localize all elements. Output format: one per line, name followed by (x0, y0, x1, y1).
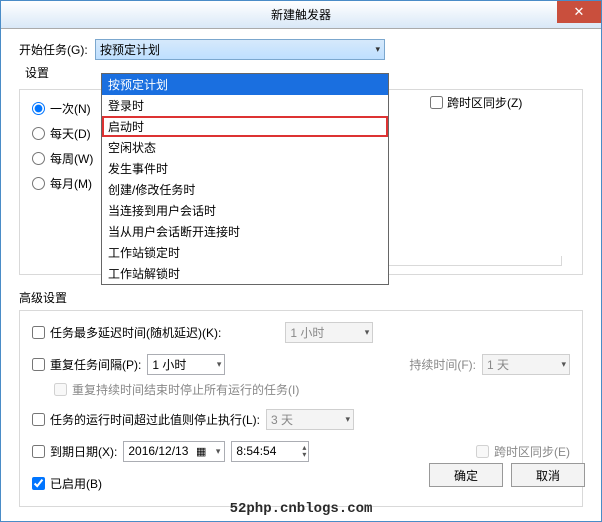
dropdown-item[interactable]: 当从用户会话断开连接时 (102, 221, 388, 242)
dropdown-item[interactable]: 创建/修改任务时 (102, 179, 388, 200)
close-button[interactable]: ✕ (557, 1, 601, 23)
expire-time-value: 8:54:54 (236, 444, 276, 458)
expire-date-value: 2016/12/13 (128, 444, 188, 458)
dialog-window: 新建触发器 ✕ 开始任务(G): 按预定计划 ▾ 设置 按预定计划 登录时 启动… (0, 0, 602, 522)
ok-label: 确定 (454, 467, 478, 484)
repeat-label: 重复任务间隔(P): (50, 356, 141, 373)
chevron-down-icon: ▾ (561, 359, 566, 370)
expire-row: 到期日期(X): 2016/12/13 ▦ ▾ 8:54:54 ▴▾ 跨时区同步… (32, 440, 570, 462)
delay-check[interactable]: 任务最多延迟时间(随机延迟)(K): (32, 324, 221, 341)
dropdown-item-startup[interactable]: 启动时 (102, 116, 388, 137)
tz-sync-label: 跨时区同步(Z) (447, 94, 522, 111)
dropdown-item[interactable]: 当连接到用户会话时 (102, 200, 388, 221)
begin-task-value: 按预定计划 (100, 41, 160, 58)
expire-tz-label: 跨时区同步(E) (494, 443, 570, 460)
dropdown-item[interactable]: 按预定计划 (102, 74, 388, 95)
begin-task-row: 开始任务(G): 按预定计划 ▾ (19, 39, 583, 60)
stop-select[interactable]: 3 天 ▾ (266, 409, 354, 430)
title-bar: 新建触发器 ✕ (1, 1, 601, 29)
repeat-select[interactable]: 1 小时 ▾ (147, 354, 225, 375)
chevron-down-icon: ▾ (345, 414, 350, 425)
delay-checkbox[interactable] (32, 326, 45, 339)
watermark-text: 52php.cnblogs.com (230, 501, 373, 517)
expire-check[interactable]: 到期日期(X): (32, 443, 117, 460)
expire-tz-checkbox (476, 445, 489, 458)
expire-date-field[interactable]: 2016/12/13 ▦ ▾ (123, 441, 225, 462)
repeat-checkbox[interactable] (32, 358, 45, 371)
duration-value: 1 天 (487, 356, 509, 373)
delay-select[interactable]: 1 小时 ▾ (285, 322, 373, 343)
delay-label: 任务最多延迟时间(随机延迟)(K): (50, 324, 221, 341)
radio-daily-input[interactable] (32, 127, 45, 140)
window-title: 新建触发器 (271, 6, 331, 23)
repeat-value: 1 小时 (152, 356, 186, 373)
tz-sync-checkbox[interactable] (430, 96, 443, 109)
dropdown-item[interactable]: 空闲状态 (102, 137, 388, 158)
tz-sync-row: 跨时区同步(Z) (430, 94, 522, 111)
duration-select[interactable]: 1 天 ▾ (482, 354, 570, 375)
enabled-check[interactable]: 已启用(B) (32, 475, 102, 492)
enabled-label: 已启用(B) (50, 475, 102, 492)
advanced-title: 高级设置 (19, 289, 583, 306)
dialog-content: 开始任务(G): 按预定计划 ▾ 设置 按预定计划 登录时 启动时 空闲状态 发… (1, 29, 601, 507)
radio-weekly-label: 每周(W) (50, 150, 93, 167)
chevron-down-icon: ▾ (375, 44, 380, 55)
cancel-button[interactable]: 取消 (511, 463, 585, 487)
stop-after-repeat-row: 重复持续时间结束时停止所有运行的任务(I) (54, 381, 570, 398)
button-bar: 确定 取消 (429, 463, 585, 487)
radio-weekly-input[interactable] (32, 152, 45, 165)
dropdown-item[interactable]: 工作站锁定时 (102, 242, 388, 263)
radio-daily-label: 每天(D) (50, 125, 91, 142)
radio-once-input[interactable] (32, 102, 45, 115)
chevron-down-icon: ▾ (217, 359, 222, 370)
stop-row: 任务的运行时间超过此值则停止执行(L): 3 天 ▾ (32, 408, 570, 430)
radio-once-label: 一次(N) (50, 100, 91, 117)
duration-label: 持续时间(F): (409, 356, 476, 373)
repeat-row: 重复任务间隔(P): 1 小时 ▾ 持续时间(F): 1 天 ▾ (32, 353, 570, 375)
stop-checkbox[interactable] (32, 413, 45, 426)
repeat-check[interactable]: 重复任务间隔(P): (32, 356, 141, 373)
begin-task-dropdown: 按预定计划 登录时 启动时 空闲状态 发生事件时 创建/修改任务时 当连接到用户… (101, 73, 389, 285)
ok-button[interactable]: 确定 (429, 463, 503, 487)
chevron-down-icon: ▾ (216, 446, 221, 457)
expire-label: 到期日期(X): (50, 443, 117, 460)
radio-monthly-input[interactable] (32, 177, 45, 190)
enabled-checkbox[interactable] (32, 477, 45, 490)
dropdown-item[interactable]: 工作站解锁时 (102, 263, 388, 284)
settings-label: 设置 (19, 64, 95, 81)
stop-after-repeat-label: 重复持续时间结束时停止所有运行的任务(I) (72, 381, 299, 398)
begin-task-label: 开始任务(G): (19, 41, 95, 58)
stop-check[interactable]: 任务的运行时间超过此值则停止执行(L): (32, 411, 260, 428)
radio-monthly-label: 每月(M) (50, 175, 92, 192)
delay-row: 任务最多延迟时间(随机延迟)(K): 1 小时 ▾ (32, 321, 570, 343)
spinner-icon: ▴▾ (302, 444, 306, 458)
stop-label: 任务的运行时间超过此值则停止执行(L): (50, 411, 260, 428)
stop-after-repeat-checkbox (54, 383, 67, 396)
close-icon: ✕ (574, 4, 585, 20)
expire-time-field[interactable]: 8:54:54 ▴▾ (231, 441, 309, 462)
calendar-icon: ▦ (196, 445, 206, 458)
delay-value: 1 小时 (290, 324, 324, 341)
cancel-label: 取消 (536, 467, 560, 484)
begin-task-combo[interactable]: 按预定计划 ▾ (95, 39, 385, 60)
expire-checkbox[interactable] (32, 445, 45, 458)
dropdown-item[interactable]: 登录时 (102, 95, 388, 116)
stop-value: 3 天 (271, 411, 293, 428)
chevron-down-icon: ▾ (365, 327, 370, 338)
dropdown-item[interactable]: 发生事件时 (102, 158, 388, 179)
expire-tz-check: 跨时区同步(E) (476, 443, 570, 460)
